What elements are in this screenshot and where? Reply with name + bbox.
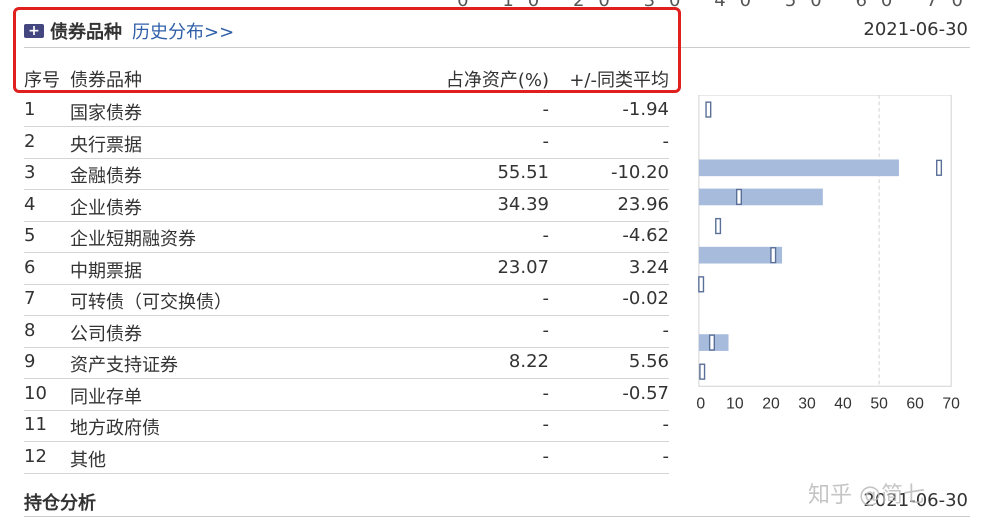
report-date: 2021-06-30 xyxy=(863,19,968,40)
table-row: 3 金融债券 55.51 -10.20 xyxy=(24,158,669,190)
row-vs-peer-avg: -4.62 xyxy=(622,225,669,246)
chart-x-tick-label: 10 xyxy=(726,396,744,413)
row-index: 2 xyxy=(24,130,36,152)
row-vs-peer-avg: 3.24 xyxy=(628,256,669,278)
row-vs-peer-avg: - xyxy=(662,319,670,341)
chart-x-tick-label: 70 xyxy=(942,396,960,413)
row-vs-peer-avg: -10.20 xyxy=(610,162,669,183)
row-bond-type: 地方政府债 xyxy=(70,418,160,439)
row-net-asset-pct: - xyxy=(542,319,550,341)
row-vs-peer-avg: -0.02 xyxy=(622,288,669,309)
row-index: 9 xyxy=(24,351,36,372)
chart-x-tick-label: 30 xyxy=(798,396,816,413)
row-net-asset-pct: - xyxy=(542,225,550,246)
chart-peer-avg-marker xyxy=(699,363,706,380)
row-net-asset-pct: - xyxy=(542,130,550,152)
row-bond-type: 企业短期融资券 xyxy=(70,229,196,250)
row-index: 7 xyxy=(24,288,36,309)
bottom-divider xyxy=(24,516,970,517)
row-net-asset-pct: 23.07 xyxy=(497,256,549,278)
table-row: 1 国家债券 - -1.94 xyxy=(24,95,669,127)
table-row: 11 地方政府债 - - xyxy=(24,410,669,442)
row-vs-peer-avg: - xyxy=(662,130,670,152)
row-vs-peer-avg: -1.94 xyxy=(622,99,669,120)
row-net-asset-pct: - xyxy=(542,445,550,467)
row-vs-peer-avg: 23.96 xyxy=(617,193,669,215)
row-index: 12 xyxy=(24,445,47,467)
chart-peer-avg-marker xyxy=(735,188,743,206)
row-bond-type: 资产支持证券 xyxy=(70,355,178,376)
chart-peer-avg-marker xyxy=(698,276,705,293)
row-index: 3 xyxy=(24,162,36,183)
chart-peer-avg-marker xyxy=(705,101,712,118)
table-row: 9 资产支持证券 8.22 5.56 xyxy=(24,347,669,379)
row-bond-type: 其他 xyxy=(70,449,106,471)
row-vs-peer-avg: - xyxy=(662,414,670,435)
bond-bar-chart: 0 10 20 30 40 50 60 70 xyxy=(696,95,960,413)
row-net-asset-pct: 34.39 xyxy=(497,193,549,215)
row-bond-type: 可转债（可交换债） xyxy=(70,292,232,313)
row-net-asset-pct: 8.22 xyxy=(508,351,549,372)
row-index: 10 xyxy=(24,382,47,404)
table-row: 12 其他 - - xyxy=(24,442,669,474)
chart-x-tick-label: 20 xyxy=(762,396,780,413)
row-vs-peer-avg: -0.57 xyxy=(622,382,669,404)
chart-frame xyxy=(698,95,952,387)
row-bond-type: 央行票据 xyxy=(70,134,142,156)
table-row: 2 央行票据 - - xyxy=(24,127,669,159)
chart-x-tick-label: 40 xyxy=(834,396,852,413)
row-index: 6 xyxy=(24,256,36,278)
row-vs-peer-avg: - xyxy=(662,445,670,467)
table-row: 5 企业短期融资券 - -4.62 xyxy=(24,221,669,253)
chart-peer-avg-marker xyxy=(936,159,943,176)
chart-x-tick-label: 0 xyxy=(696,396,705,413)
watermark: 知乎 @简七 xyxy=(808,483,925,508)
chart-x-tick-label: 60 xyxy=(906,396,924,413)
row-bond-type: 企业债券 xyxy=(70,197,142,219)
table-row: 4 企业债券 34.39 23.96 xyxy=(24,190,669,222)
row-bond-type: 同业存单 xyxy=(70,386,142,408)
row-index: 11 xyxy=(24,414,47,435)
table-row: 6 中期票据 23.07 3.24 xyxy=(24,253,669,285)
chart-bar xyxy=(698,188,823,206)
holding-analysis-title: 持仓分析 xyxy=(24,493,96,514)
row-index: 8 xyxy=(24,319,36,341)
row-index: 1 xyxy=(24,99,36,120)
highlight-annotation-box xyxy=(13,7,681,93)
row-bond-type: 国家债券 xyxy=(70,103,142,124)
chart-x-tick-label: 50 xyxy=(870,396,888,413)
chart-bar xyxy=(698,159,899,177)
table-row: 7 可转债（可交换债） - -0.02 xyxy=(24,284,669,316)
row-net-asset-pct: - xyxy=(542,414,550,435)
chart-bar xyxy=(698,246,783,264)
row-index: 5 xyxy=(24,225,36,246)
row-net-asset-pct: - xyxy=(542,288,550,309)
row-net-asset-pct: - xyxy=(542,99,550,120)
row-bond-type: 公司债券 xyxy=(70,323,142,345)
chart-peer-avg-marker xyxy=(715,217,722,235)
chart-peer-avg-marker xyxy=(708,334,715,351)
row-net-asset-pct: 55.51 xyxy=(497,162,549,183)
row-vs-peer-avg: 5.56 xyxy=(628,351,669,372)
table-row: 10 同业存单 - -0.57 xyxy=(24,379,669,411)
row-net-asset-pct: - xyxy=(542,382,550,404)
row-bond-type: 金融债券 xyxy=(70,166,142,187)
row-bond-type: 中期票据 xyxy=(70,260,142,282)
table-row: 8 公司债券 - - xyxy=(24,316,669,348)
row-index: 4 xyxy=(24,193,36,215)
chart-peer-avg-marker xyxy=(770,247,777,264)
